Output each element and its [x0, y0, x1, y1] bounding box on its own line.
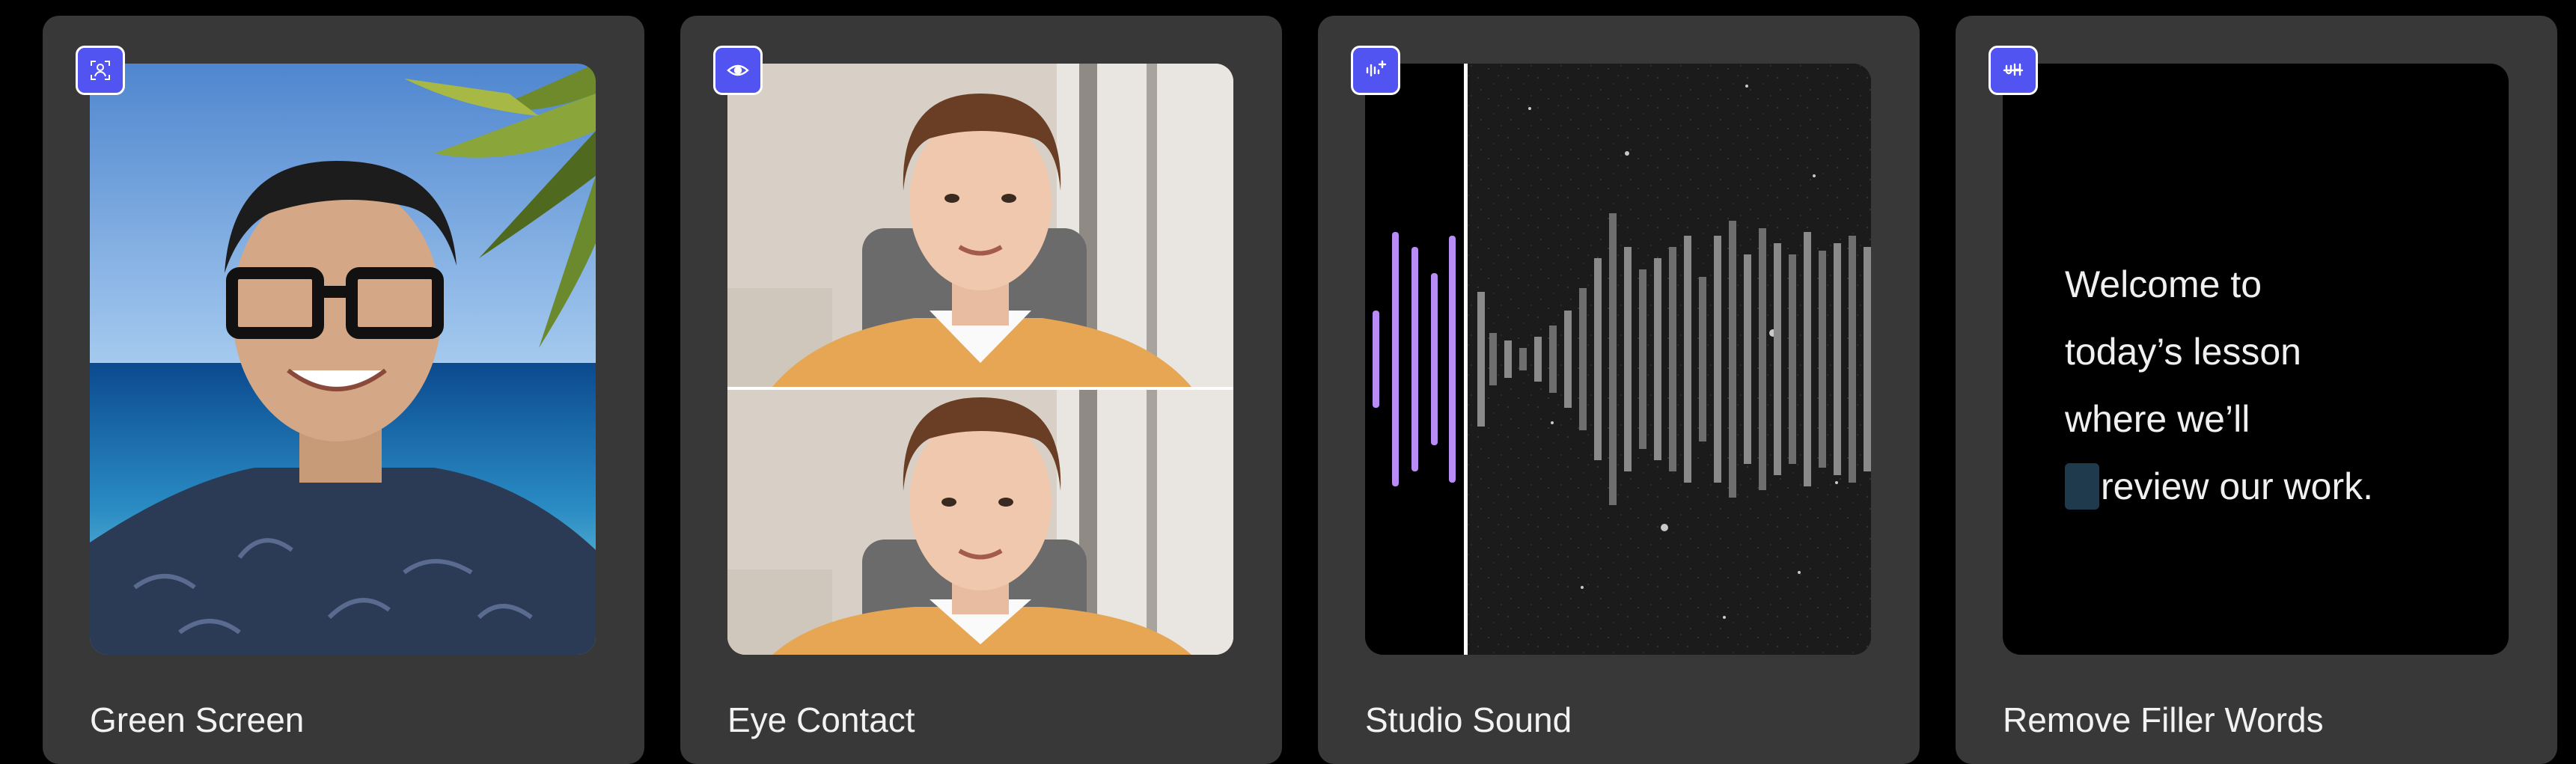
waveform-bar-active — [1411, 247, 1418, 471]
waveform-bar — [1594, 258, 1602, 460]
transcript-preview: Welcome to today’s lesson where we’ll re… — [2003, 64, 2509, 655]
waveform-bar — [1609, 213, 1617, 505]
waveform-bar — [1639, 269, 1646, 449]
removed-filler-marker — [2065, 463, 2099, 510]
audio-sparkle-icon — [1351, 46, 1400, 95]
waveform-bar — [1834, 243, 1841, 475]
waveform-bar — [1819, 251, 1826, 468]
waveform-bar — [1534, 337, 1542, 382]
waveform-bar — [1579, 288, 1587, 430]
waveform-bar — [1729, 221, 1736, 498]
waveform-bar — [1864, 247, 1871, 471]
waveform-bar — [1654, 258, 1661, 460]
card-title: Eye Contact — [727, 700, 915, 739]
waveform-bar — [1774, 243, 1781, 475]
waveform-bar — [1849, 236, 1856, 483]
card-title: Studio Sound — [1365, 700, 1572, 739]
waveform-bar — [1759, 228, 1766, 490]
feature-card-studio-sound[interactable]: Studio Sound — [1318, 16, 1920, 764]
transcript-line: Welcome to — [2065, 263, 2262, 305]
waveform-bar-active — [1431, 273, 1438, 445]
card-title: Green Screen — [90, 700, 305, 739]
feature-card-eye-contact[interactable]: Eye Contact — [680, 16, 1282, 764]
waveform-bar-active — [1449, 236, 1456, 483]
eye-icon — [713, 46, 763, 95]
waveform-bar — [1684, 236, 1691, 483]
waveform-bar-active — [1392, 232, 1399, 486]
waveform-bar — [1669, 247, 1676, 471]
waveform-bar — [1489, 333, 1497, 385]
card-title: Remove Filler Words — [2003, 700, 2324, 739]
green-screen-preview — [90, 64, 596, 655]
person-select-icon — [76, 46, 125, 95]
studio-sound-preview — [1365, 64, 1871, 655]
transcript-line: where we’ll — [2065, 398, 2250, 440]
feature-card-green-screen[interactable]: Green Screen — [43, 16, 644, 764]
transcript-text: Welcome to today’s lesson where we’ll re… — [2065, 251, 2373, 520]
transcript-line: today’s lesson — [2065, 331, 2301, 373]
waveform-bar — [1714, 236, 1721, 483]
waveform-bar — [1699, 277, 1706, 441]
feature-card-remove-filler-words[interactable]: Welcome to today’s lesson where we’ll re… — [1956, 16, 2557, 764]
waveform-bar — [1477, 292, 1485, 427]
waveform-bar — [1519, 348, 1527, 370]
waveform-bar — [1789, 254, 1796, 464]
waveform-bar — [1624, 247, 1632, 471]
eye-contact-preview — [727, 64, 1233, 655]
transcript-line: review our work. — [2101, 465, 2373, 507]
waveform-bar — [1744, 254, 1751, 464]
waveform-bar-active — [1373, 311, 1379, 408]
waveform-bar — [1504, 340, 1512, 378]
waveform-bar — [1564, 311, 1572, 408]
waveform-bar — [1549, 326, 1557, 393]
waveform-bar — [1804, 232, 1811, 486]
strikethrough-uh-icon — [1989, 46, 2038, 95]
